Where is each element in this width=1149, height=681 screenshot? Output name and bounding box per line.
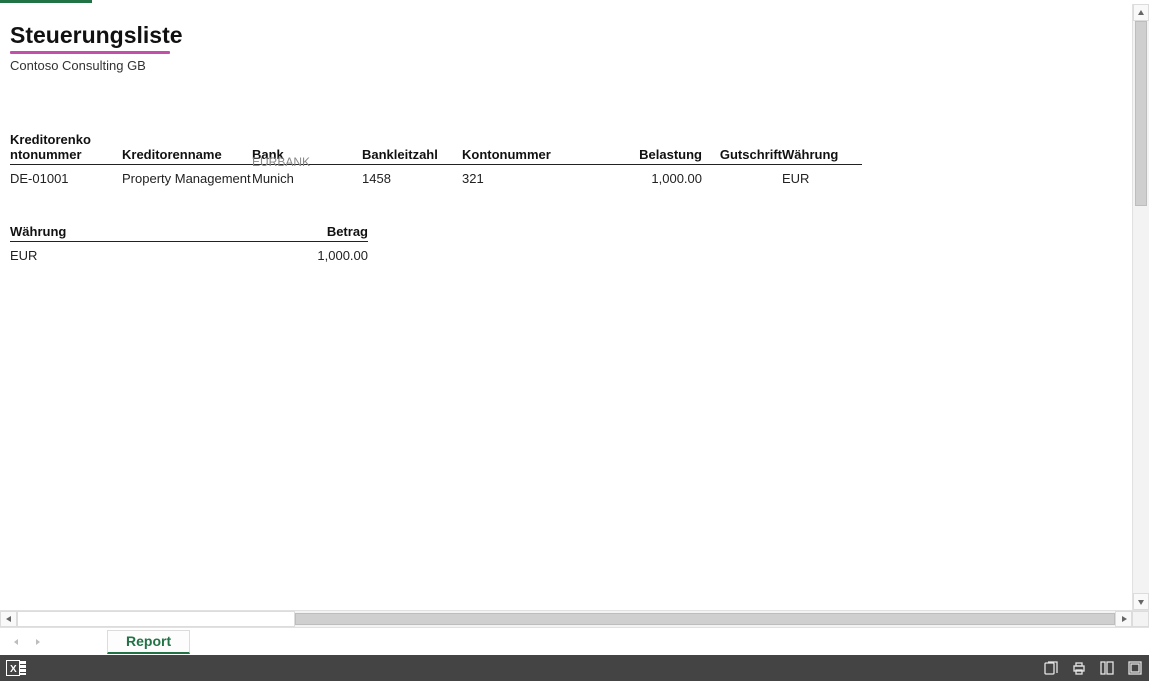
detail-table: Kreditorenkontonummer Kreditorenname Ban…: [10, 128, 862, 190]
summary-row: EUR 1,000.00: [10, 242, 368, 268]
col-kontonummer: Kontonummer: [462, 128, 602, 165]
sum-cell-betrag: 1,000.00: [300, 242, 368, 268]
cell-waehrung: EUR: [782, 165, 862, 191]
title-underline: [10, 51, 170, 54]
col-kreditorenkontonummer: Kreditorenkontonummer: [10, 128, 122, 165]
bank-ghost-text: EURBANK: [252, 155, 310, 169]
summary-table: Währung Betrag EUR 1,000.00: [10, 220, 1122, 267]
scroll-thumb-vertical[interactable]: [1135, 21, 1147, 206]
bank-text: Munich: [252, 171, 294, 186]
scroll-up-button[interactable]: [1133, 4, 1149, 21]
cell-kreditorenkontonummer: DE-01001: [10, 165, 122, 191]
status-right-icons: [1043, 660, 1143, 676]
status-bar: X: [0, 655, 1149, 681]
scroll-track-vertical[interactable]: [1133, 21, 1149, 593]
col-waehrung: Währung: [782, 128, 862, 165]
scroll-split-box[interactable]: [17, 611, 295, 627]
scroll-right-button[interactable]: [1115, 611, 1132, 627]
page-layout-icon[interactable]: [1099, 660, 1115, 676]
content-area: Steuerungsliste Contoso Consulting GB Kr…: [0, 4, 1149, 610]
summary-table-el: Währung Betrag EUR 1,000.00: [10, 220, 368, 267]
cell-belastung: 1,000.00: [602, 165, 702, 191]
company-name: Contoso Consulting GB: [10, 58, 1122, 73]
cell-kreditorenname: Property Management: [122, 165, 252, 191]
print-icon[interactable]: [1071, 660, 1087, 676]
scroll-left-button[interactable]: [0, 611, 17, 627]
cell-bank: EURBANK Munich: [252, 165, 362, 191]
fullscreen-icon[interactable]: [1127, 660, 1143, 676]
col-gutschrift: Gutschrift: [702, 128, 782, 165]
vertical-scrollbar[interactable]: [1132, 4, 1149, 610]
tab-report[interactable]: Report: [107, 630, 190, 654]
scroll-corner: [1132, 611, 1149, 627]
app-window: Steuerungsliste Contoso Consulting GB Kr…: [0, 0, 1149, 681]
cell-bankleitzahl: 1458: [362, 165, 462, 191]
table-row: DE-01001 Property Management EURBANK Mun…: [10, 165, 862, 191]
top-accent: [0, 0, 92, 3]
cell-gutschrift: [702, 165, 782, 191]
tab-nav-next[interactable]: [30, 634, 46, 650]
col-belastung: Belastung: [602, 128, 702, 165]
report-document: Steuerungsliste Contoso Consulting GB Kr…: [0, 4, 1132, 610]
scroll-thumb-horizontal[interactable]: [295, 613, 1115, 625]
sum-col-betrag: Betrag: [300, 220, 368, 242]
scroll-down-button[interactable]: [1133, 593, 1149, 610]
cell-kontonummer: 321: [462, 165, 602, 191]
refresh-icon[interactable]: [1043, 660, 1059, 676]
sheet-tabs: Report: [0, 627, 1149, 655]
tab-nav-prev[interactable]: [8, 634, 24, 650]
main-table: Kreditorenkontonummer Kreditorenname Ban…: [10, 128, 1122, 190]
excel-icon: X: [6, 659, 28, 677]
scroll-track-horizontal[interactable]: [295, 611, 1115, 627]
col-bankleitzahl: Bankleitzahl: [362, 128, 462, 165]
svg-text:X: X: [10, 664, 17, 675]
sum-cell-waehrung: EUR: [10, 242, 300, 268]
col-kreditorenname: Kreditorenname: [122, 128, 252, 165]
sum-col-waehrung: Währung: [10, 220, 300, 242]
page-title: Steuerungsliste: [10, 22, 183, 49]
horizontal-scrollbar[interactable]: [0, 610, 1149, 627]
